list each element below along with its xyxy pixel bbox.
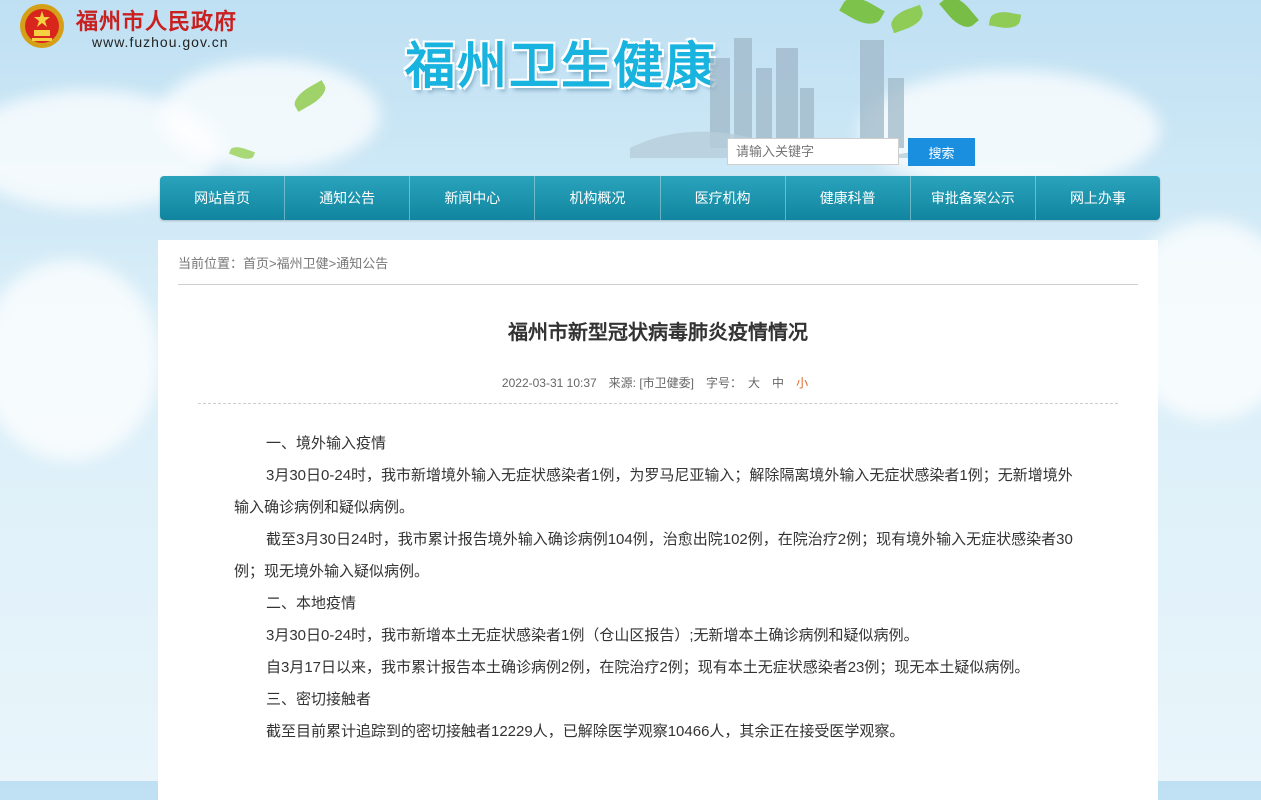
leaf-decoration <box>939 0 979 33</box>
national-emblem-icon <box>20 4 64 48</box>
article-paragraph: 3月30日0-24时，我市新增本土无症状感染者1例（仓山区报告）;无新增本土确诊… <box>266 627 919 644</box>
site-url[interactable]: www.fuzhou.gov.cn <box>92 34 229 50</box>
nav-item-notices[interactable]: 通知公告 <box>285 176 411 220</box>
article-title: 福州市新型冠状病毒肺炎疫情情况 <box>508 322 808 344</box>
font-size-medium-button[interactable]: 中 <box>772 376 784 390</box>
article-paragraph: 三、密切接触者 <box>266 691 372 708</box>
breadcrumb: 当前位置：首页>福州卫健>通知公告 <box>178 253 388 272</box>
breadcrumb-prefix: 当前位置： <box>178 256 244 271</box>
nav-item-news[interactable]: 新闻中心 <box>410 176 536 220</box>
breadcrumb-separator: > <box>269 256 277 271</box>
nav-item-health-science[interactable]: 健康科普 <box>786 176 911 220</box>
search-button[interactable]: 搜索 <box>908 138 975 166</box>
nav-item-about[interactable]: 机构概况 <box>535 176 661 220</box>
divider <box>178 284 1138 285</box>
font-size-small-button[interactable]: 小 <box>796 376 808 390</box>
leaf-decoration <box>839 0 885 31</box>
font-size-large-button[interactable]: 大 <box>748 376 760 390</box>
nav-item-medical-institutions[interactable]: 医疗机构 <box>661 176 786 220</box>
article-paragraph: 二、本地疫情 <box>266 595 357 612</box>
breadcrumb-level2-link[interactable]: 通知公告 <box>336 256 388 271</box>
nav-item-online-services[interactable]: 网上办事 <box>1036 176 1160 220</box>
article-panel: 当前位置：首页>福州卫健>通知公告 福州市新型冠状病毒肺炎疫情情况 2022-0… <box>158 240 1158 800</box>
article-meta: 2022-03-31 10:37 来源: [市卫健委] 字号： 大中小 <box>158 374 1158 391</box>
article-paragraph: 截至目前累计追踪到的密切接触者12229人，已解除医学观察10466人，其余正在… <box>266 723 905 740</box>
article-paragraph: 3月30日0-24时，我市新增境外输入无症状感染者1例，为罗马尼亚输入；解除隔离… <box>234 467 1073 516</box>
breadcrumb-home-link[interactable]: 首页 <box>243 256 269 271</box>
dashed-divider <box>198 403 1118 404</box>
nav-item-approval-publicity[interactable]: 审批备案公示 <box>911 176 1036 220</box>
article-source: 来源: [市卫健委] <box>608 376 695 390</box>
search-input[interactable] <box>727 138 899 165</box>
leaf-decoration <box>988 9 1022 31</box>
article-body: 一、境外输入疫情 3月30日0-24时，我市新增境外输入无症状感染者1例，为罗马… <box>234 428 1074 748</box>
article-paragraph: 一、境外输入疫情 <box>266 435 387 452</box>
article-paragraph: 截至3月30日24时，我市累计报告境外输入确诊病例104例，治愈出院102例，在… <box>234 531 1073 580</box>
breadcrumb-level1-link[interactable]: 福州卫健 <box>277 256 329 271</box>
article-date: 2022-03-31 10:37 <box>501 376 597 390</box>
article-paragraph: 自3月17日以来，我市累计报告本土确诊病例2例，在院治疗2例；现有本土无症状感染… <box>266 659 1030 676</box>
nav-item-home[interactable]: 网站首页 <box>160 176 286 220</box>
cloud-decoration <box>0 260 160 460</box>
site-name[interactable]: 福州市人民政府 <box>76 4 237 36</box>
font-size-label: 字号： <box>706 376 743 390</box>
cloud-decoration <box>160 60 380 170</box>
main-nav: 网站首页 通知公告 新闻中心 机构概况 医疗机构 健康科普 审批备案公示 网上办… <box>160 176 1160 220</box>
